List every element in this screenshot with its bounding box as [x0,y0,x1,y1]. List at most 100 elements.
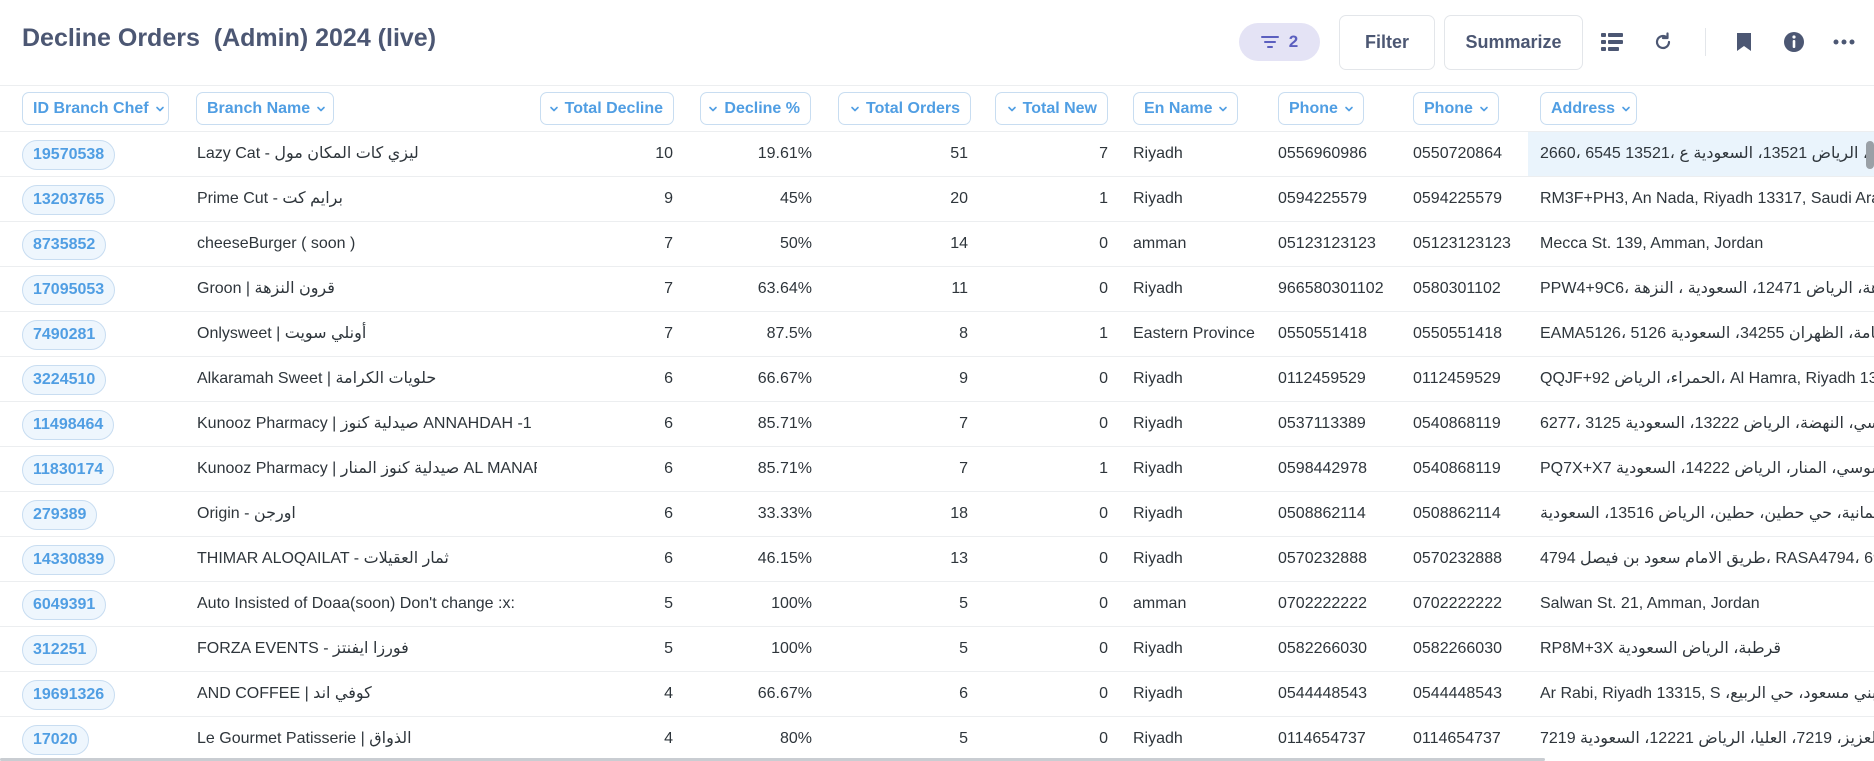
col-total-decline-header[interactable]: Total Decline [540,92,674,125]
cell-phone1: 0570232888 [1278,550,1367,567]
chevron-down-icon [851,106,859,111]
table-row: 11830174 Kunooz Pharmacy | صيدلية كنوز ال… [0,447,1874,492]
cell-orders: 51 [950,145,968,162]
cell-new: 0 [1099,415,1108,432]
cell-orders: 5 [959,640,968,657]
cell-new: 0 [1099,505,1108,522]
cell-en: Riyadh [1133,685,1183,702]
cell-en: amman [1133,595,1187,612]
chevron-down-icon [1480,106,1488,111]
cell-branch: Lazy Cat - ليزي كات المكان مول [197,145,419,162]
id-branch-chef-link[interactable]: 7490281 [22,320,107,350]
cell-phone1: 0544448543 [1278,685,1367,702]
cell-phone2: 0550720864 [1413,145,1502,162]
col-address-header[interactable]: Address [1540,92,1637,125]
cell-phone2: 0544448543 [1413,685,1502,702]
cell-en: Riyadh [1133,145,1183,162]
cell-pct: 46.15% [757,550,812,567]
table-row: 17095053 Groon | قرون النزهة 7 63.64% 11 0 Riy… [0,267,1874,312]
cell-new: 0 [1099,595,1108,612]
id-branch-chef-link[interactable]: 19570538 [22,140,116,170]
cell-phone1: 0598442978 [1278,460,1367,477]
info-button[interactable] [1776,24,1812,60]
cell-decline: 6 [664,505,673,522]
col-decline-pct-header[interactable]: Decline % [700,92,811,125]
id-branch-chef-link[interactable]: 19691326 [22,680,116,710]
cell-phone2: 0702222222 [1413,595,1502,612]
filter-button[interactable]: Filter [1339,15,1435,70]
cell-en: Riyadh [1133,550,1183,567]
chevron-down-icon [1219,106,1228,111]
cell-new: 7 [1099,145,1108,162]
cell-en: Riyadh [1133,640,1183,657]
column-header-label: Phone [1289,99,1338,117]
bookmark-button[interactable] [1726,24,1762,60]
cell-branch: Prime Cut - برايم كت [197,190,343,207]
id-branch-chef-link[interactable]: 14330839 [22,545,116,575]
refresh-button[interactable] [1645,24,1681,60]
summarize-button[interactable]: Summarize [1444,15,1583,70]
cell-pct: 33.33% [757,505,812,522]
id-branch-chef-link[interactable]: 3224510 [22,365,107,395]
cell-pct: 100% [771,595,812,612]
cell-phone2: 0540868119 [1413,460,1501,477]
id-branch-chef-link[interactable]: 11498464 [22,410,115,440]
cell-phone1: 05123123123 [1278,235,1376,252]
col-total-new-header[interactable]: Total New [995,92,1108,125]
cell-address: شارع السليمانية، حي حطين، حطين، الرياض 1… [1540,505,1874,522]
col-en-name-header[interactable]: En Name [1133,92,1238,125]
active-filters-pill[interactable]: 2 [1239,23,1320,61]
id-branch-chef-link[interactable]: 17095053 [22,275,116,305]
table-row: 7490281 Onlysweet | أونلي سويت 7 87.5% 8 1 Eas… [0,312,1874,357]
id-branch-chef-link[interactable]: 17020 [22,725,89,755]
id-branch-chef-link[interactable]: 11830174 [22,455,115,485]
col-branch-name-header[interactable]: Branch Name [196,92,334,125]
col-phone-2-header[interactable]: Phone [1413,92,1499,125]
id-branch-chef-link[interactable]: 279389 [22,500,98,530]
filter-count: 2 [1288,32,1299,51]
column-header-label: Decline % [724,99,800,117]
cell-en: Riyadh [1133,280,1183,297]
cell-address: 4794 طريق الامام سعود بن فيصل، RASA4794،… [1540,550,1874,567]
cell-new: 0 [1099,370,1108,387]
col-total-orders-header[interactable]: Total Orders [838,92,971,125]
cell-phone2: 0508862114 [1413,505,1501,522]
cell-decline: 6 [664,415,673,432]
cell-phone2: 0580301102 [1413,280,1501,297]
cell-orders: 8 [959,325,968,342]
cell-phone1: 0594225579 [1278,190,1367,207]
col-id-branch-chef-header[interactable]: ID Branch Chef [22,92,169,125]
cell-phone1: 0537113389 [1278,415,1366,432]
chevron-down-icon [709,106,718,111]
chevron-down-icon [549,106,558,111]
cell-en: Riyadh [1133,460,1183,477]
table-header: ID Branch Chef Branch Name Total Decline De… [0,86,1874,132]
id-branch-chef-link[interactable]: 6049391 [22,590,107,620]
cell-phone1: 0556960986 [1278,145,1367,162]
id-branch-chef-link[interactable]: 13203765 [22,185,116,215]
bookmark-icon [1737,33,1751,51]
col-phone-header[interactable]: Phone [1278,92,1364,125]
list-view-button[interactable] [1594,24,1630,60]
cell-decline: 4 [664,685,673,702]
id-branch-chef-link[interactable]: 312251 [22,635,98,665]
table-row: 3224510 Alkaramah Sweet | حلويات الكرامة 6… [0,357,1874,402]
chevron-down-icon [1622,106,1630,111]
cell-address: 6277، 3125 الفارسي، النهضة، الرياض 13222… [1540,415,1874,432]
cell-decline: 5 [664,640,673,657]
cell-decline: 9 [664,190,673,207]
column-header-label: Branch Name [207,99,311,117]
cell-pct: 85.71% [757,460,812,477]
more-button[interactable] [1826,24,1862,60]
table-row: 19691326 AND COFFEE | كوفي اند 4 66.67% 6 0 Ri… [0,672,1874,717]
cell-branch: Onlysweet | أونلي سويت [197,325,367,342]
cell-phone1: 0550551418 [1278,325,1367,342]
cell-branch: Alkaramah Sweet | حلويات الكرامة [197,370,437,387]
vertical-scrollbar[interactable] [1866,141,1874,169]
cell-phone1: 966580301102 [1278,280,1384,297]
refresh-icon [1655,32,1671,50]
id-branch-chef-link[interactable]: 8735852 [22,230,107,260]
table-row: 11498464 Kunooz Pharmacy | صيدلية كنوز AN… [0,402,1874,447]
cell-phone2: 0582266030 [1413,640,1502,657]
cell-address: 7219 بن عبدالعزيز، 7219، العليا، الرياض … [1540,730,1874,747]
